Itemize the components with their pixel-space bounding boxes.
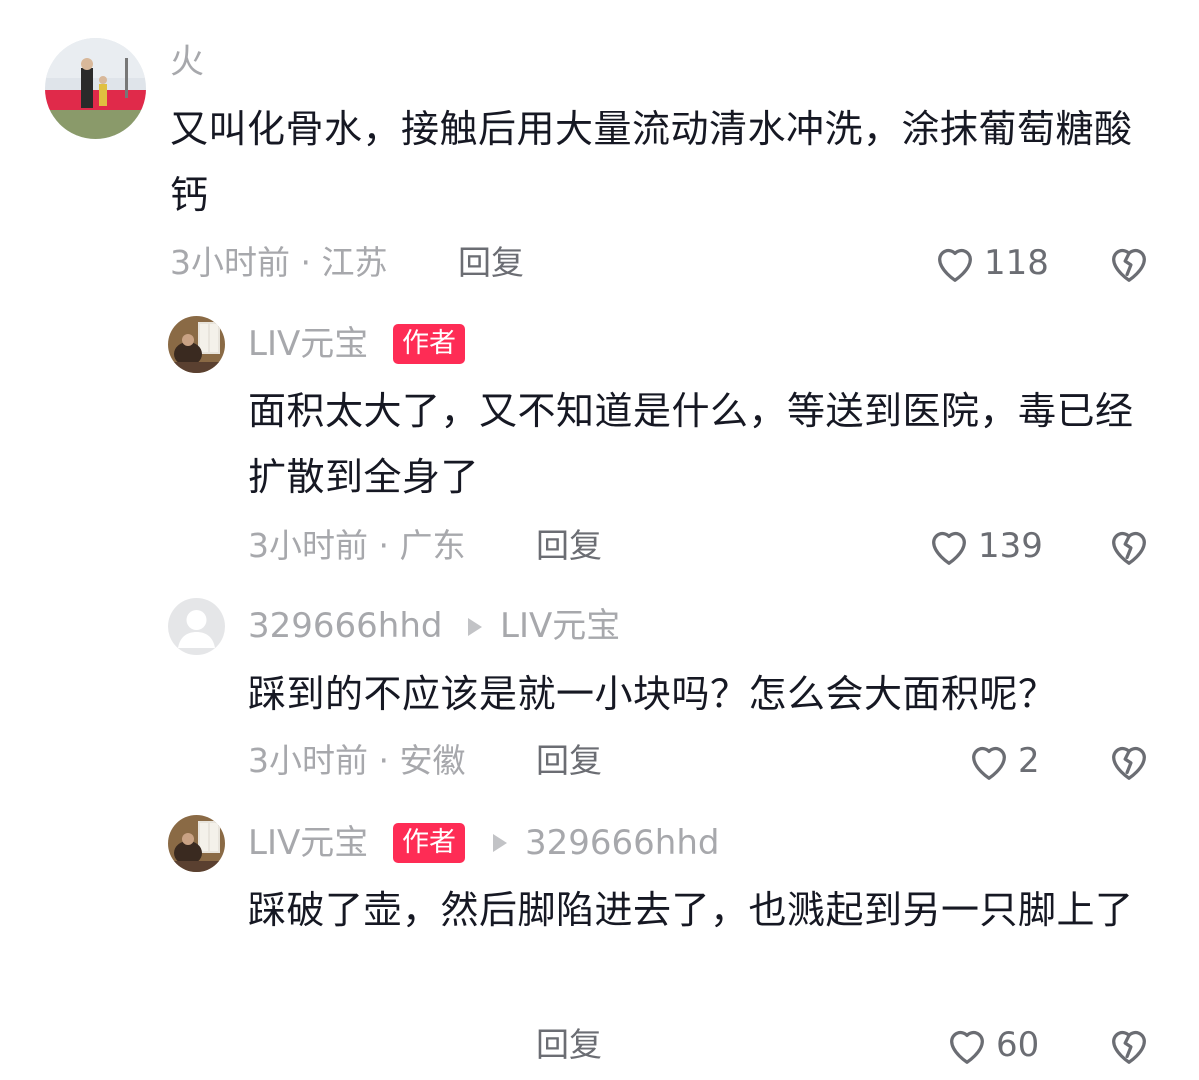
broken-heart-icon: [1112, 248, 1146, 282]
author-badge: 作者: [393, 823, 465, 863]
like-button[interactable]: 118: [932, 240, 1049, 286]
reply-button[interactable]: 回复: [536, 1025, 602, 1065]
comment-text: 踩破了壶，然后脚陷进去了，也溅起到另一只脚上了: [248, 888, 1134, 932]
comment-item: LIV元宝 作者 329666hhd 踩破了壶，然后脚陷进去了，也溅起到另一只脚…: [0, 805, 1199, 1080]
comment-username[interactable]: LIV元宝: [248, 823, 368, 863]
avatar[interactable]: [168, 316, 225, 373]
comment-username[interactable]: LIV元宝: [248, 324, 368, 364]
comment-item: LIV元宝 作者 面积太大了，又不知道是什么，等送到医院，毒已经扩散到全身了 3…: [0, 300, 1199, 590]
broken-heart-icon: [1112, 1030, 1146, 1064]
like-count: 2: [1018, 741, 1040, 781]
comment-text: 面积太大了，又不知道是什么，等送到医院，毒已经扩散到全身了: [248, 389, 1134, 499]
heart-outline-icon: [938, 248, 972, 282]
avatar[interactable]: [168, 815, 225, 872]
reply-to-username[interactable]: 329666hhd: [525, 823, 719, 863]
reply-button[interactable]: 回复: [536, 526, 602, 566]
triangle-right-icon: [468, 618, 482, 636]
avatar[interactable]: [45, 38, 146, 139]
dislike-button[interactable]: [1105, 240, 1153, 286]
comment-item: 火 又叫化骨水，接触后用大量流动清水冲洗，涂抹葡萄糖酸钙 3小时前 · 江苏 回…: [0, 0, 1199, 300]
triangle-right-icon: [493, 834, 507, 852]
like-count: 118: [984, 243, 1049, 283]
heart-outline-icon: [932, 531, 966, 565]
avatar[interactable]: [168, 598, 225, 655]
comment-meta: 3小时前 · 广东: [248, 526, 466, 565]
dislike-button[interactable]: [1105, 1022, 1153, 1068]
reply-to-username[interactable]: LIV元宝: [500, 606, 620, 646]
comment-text: 踩到的不应该是就一小块吗？怎么会大面积呢？: [248, 672, 1057, 716]
like-count: 139: [978, 526, 1043, 566]
comment-username[interactable]: 329666hhd: [248, 606, 442, 646]
author-badge: 作者: [393, 324, 465, 364]
dislike-button[interactable]: [1105, 523, 1153, 569]
broken-heart-icon: [1112, 531, 1146, 565]
like-button[interactable]: 60: [944, 1022, 1039, 1068]
heart-outline-icon: [950, 1030, 984, 1064]
comment-meta: 3小时前 · 安徽: [248, 741, 466, 780]
like-button[interactable]: 139: [926, 523, 1043, 569]
dislike-button[interactable]: [1105, 738, 1153, 784]
heart-outline-icon: [972, 746, 1006, 780]
avatar-photo: [168, 316, 225, 373]
comment-meta: 3小时前 · 江苏: [170, 243, 388, 282]
avatar-photo: [45, 38, 146, 139]
broken-heart-icon: [1112, 746, 1146, 780]
like-button[interactable]: 2: [966, 738, 1040, 784]
reply-button[interactable]: 回复: [536, 741, 602, 781]
like-count: 60: [996, 1025, 1040, 1065]
comment-item: 329666hhd LIV元宝 踩到的不应该是就一小块吗？怎么会大面积呢？ 3小…: [0, 590, 1199, 805]
comment-text: 又叫化骨水，接触后用大量流动清水冲洗，涂抹葡萄糖酸钙: [170, 107, 1133, 217]
default-user-icon: [168, 598, 225, 655]
comment-username[interactable]: 火: [170, 42, 204, 82]
reply-button[interactable]: 回复: [458, 243, 524, 283]
avatar-photo: [168, 815, 225, 872]
